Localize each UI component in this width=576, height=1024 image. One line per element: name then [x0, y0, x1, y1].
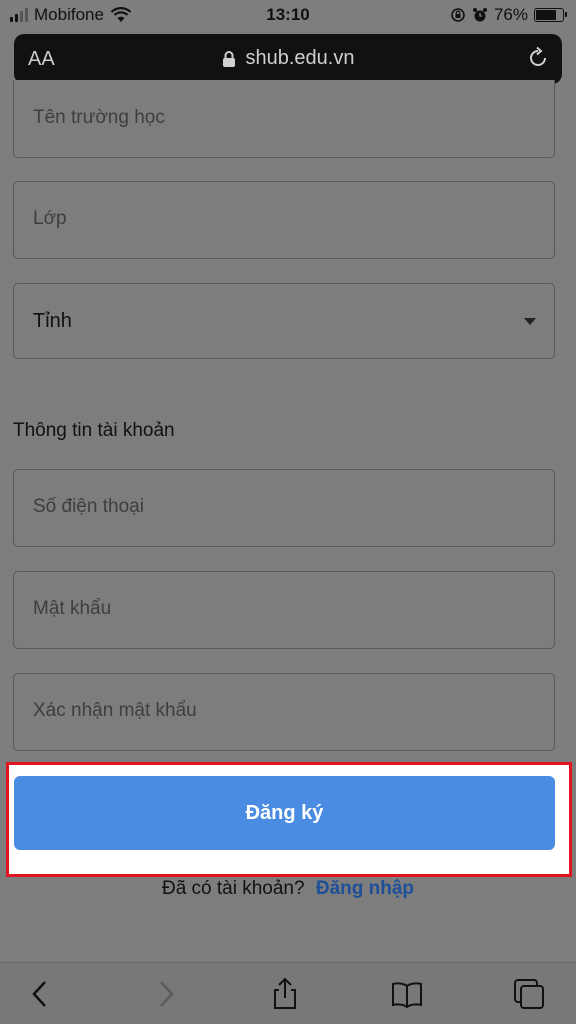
- confirm-password-placeholder: Xác nhận mật khẩu: [33, 700, 197, 721]
- browser-toolbar: [0, 962, 576, 1024]
- back-icon[interactable]: [24, 977, 58, 1011]
- confirm-password-field[interactable]: Xác nhận mật khẩu: [13, 673, 555, 751]
- battery-percent: 76%: [493, 5, 528, 24]
- url-text: shub.edu.vn: [245, 47, 355, 69]
- bookmarks-icon[interactable]: [390, 977, 424, 1011]
- url-display[interactable]: shub.edu.vn: [14, 47, 562, 70]
- province-value: Tỉnh: [33, 310, 72, 332]
- forward-icon[interactable]: [148, 977, 182, 1011]
- battery-icon: [534, 8, 567, 22]
- school-name-field[interactable]: Tên trường học: [13, 80, 555, 158]
- reload-icon[interactable]: [526, 46, 550, 70]
- dropdown-caret-icon: [524, 318, 536, 325]
- class-field[interactable]: Lớp: [13, 181, 555, 259]
- address-bar[interactable]: AA shub.edu.vn: [14, 34, 562, 84]
- have-account-text: Đã có tài khoản?: [161, 878, 305, 899]
- school-name-placeholder: Tên trường học: [33, 107, 165, 128]
- orientation-lock-icon: [451, 8, 465, 22]
- alarm-icon: [472, 8, 487, 22]
- status-bar: Mobifone 13:10 76%: [0, 0, 576, 30]
- login-prompt: Đã có tài khoản? Đăng nhập: [0, 878, 576, 900]
- login-link[interactable]: Đăng nhập: [316, 878, 414, 899]
- password-field[interactable]: Mật khẩu: [13, 571, 555, 649]
- class-placeholder: Lớp: [33, 208, 67, 229]
- share-icon[interactable]: [268, 977, 302, 1011]
- status-right: 76%: [450, 5, 567, 25]
- account-section-title: Thông tin tài khoản: [13, 420, 175, 441]
- battery-level: [536, 10, 556, 20]
- tabs-icon[interactable]: [512, 977, 546, 1011]
- phone-placeholder: Số điện thoại: [33, 496, 144, 517]
- register-button[interactable]: Đăng ký: [14, 776, 555, 850]
- password-placeholder: Mật khẩu: [33, 598, 112, 619]
- phone-field[interactable]: Số điện thoại: [13, 469, 555, 547]
- lock-icon: [222, 50, 235, 67]
- province-select[interactable]: Tỉnh: [13, 283, 555, 359]
